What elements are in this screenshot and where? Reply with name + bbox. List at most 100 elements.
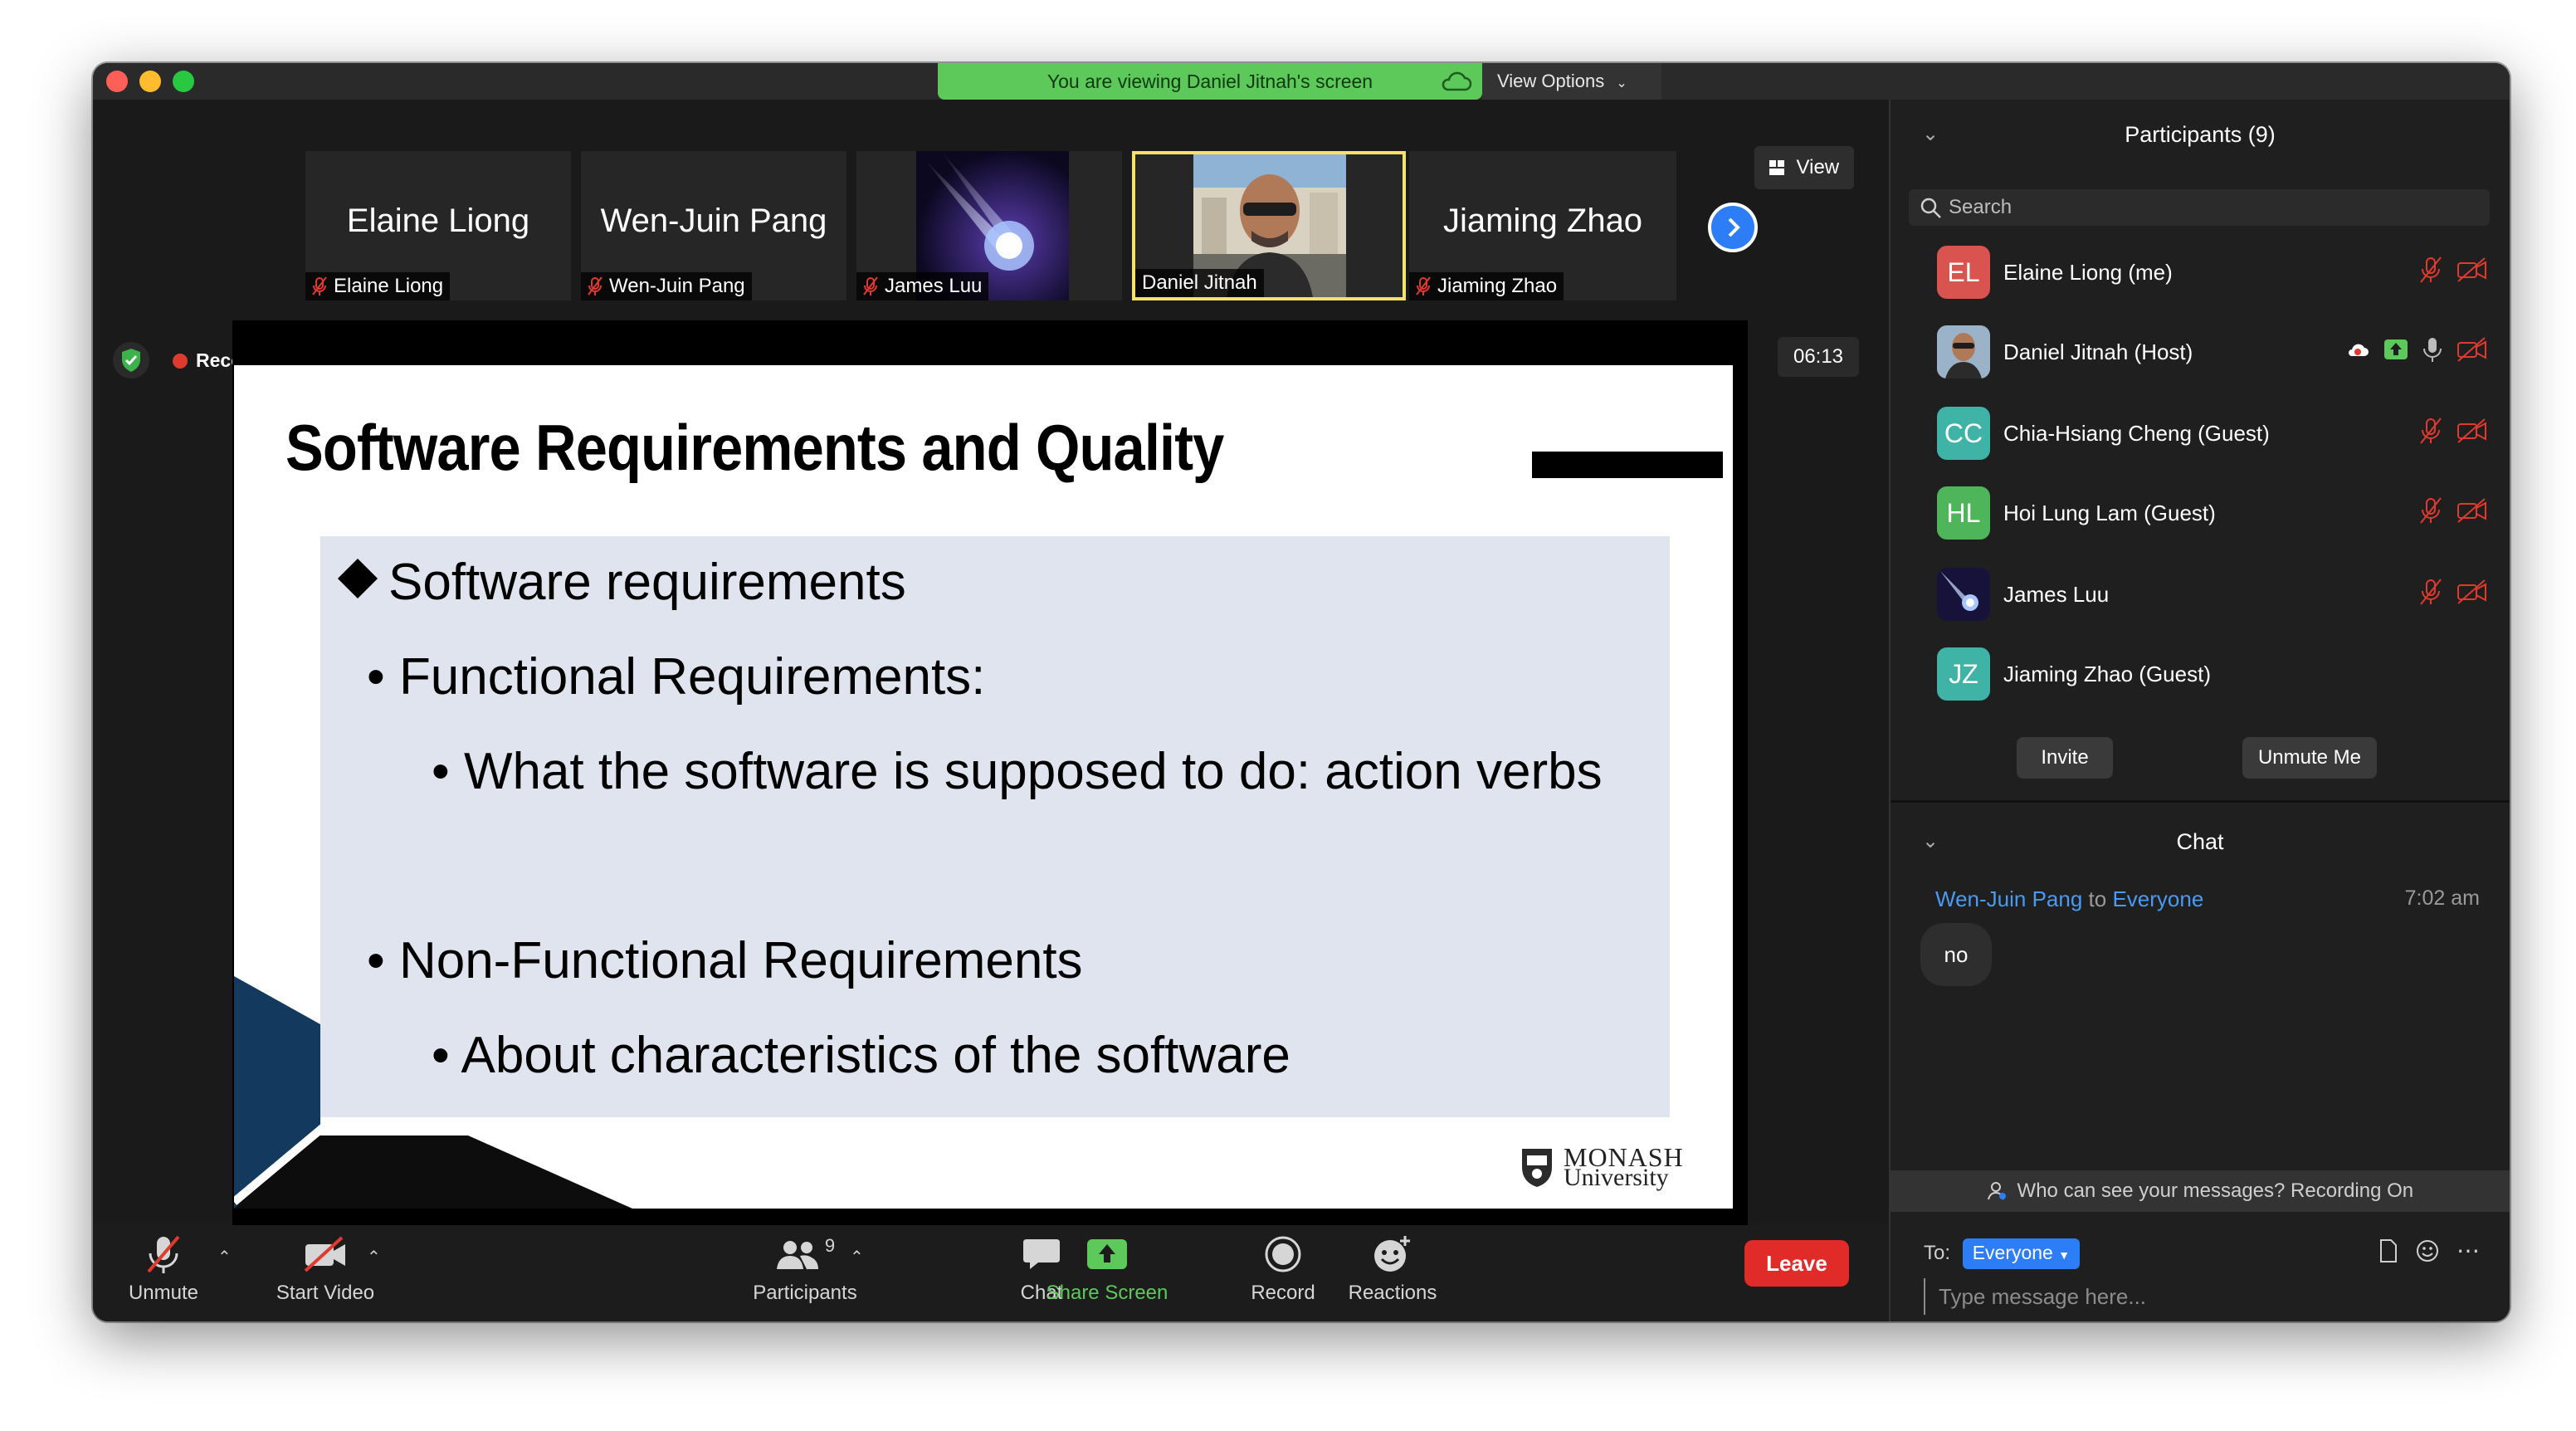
view-options-label: View Options — [1497, 71, 1605, 91]
tile-name-tag: Jiaming Zhao — [1409, 272, 1564, 300]
participant-name: Jiaming Zhao (Guest) — [2003, 662, 2211, 686]
record-label: Record — [1251, 1282, 1315, 1304]
caret-down-icon: ▼ — [2058, 1248, 2071, 1262]
mic-muted-icon[interactable] — [2418, 578, 2443, 606]
grid-icon — [1769, 160, 1784, 175]
invite-button[interactable]: Invite — [2017, 737, 2113, 779]
chat-sender-name[interactable]: Wen-Juin Pang — [1935, 886, 2082, 911]
share-screen-label: Share Screen — [1046, 1282, 1168, 1304]
participant-row[interactable]: James Luu — [1891, 554, 2510, 634]
participant-name: James Luu — [2003, 582, 2110, 607]
start-video-button[interactable]: Start Video — [259, 1230, 392, 1316]
video-off-icon[interactable] — [2456, 337, 2488, 362]
avatar: CC — [1937, 407, 1990, 460]
participants-button[interactable]: 9 Participants — [730, 1230, 880, 1316]
minimize-window-button[interactable] — [139, 71, 161, 92]
recipient-dropdown-value: Everyone — [1972, 1242, 2053, 1263]
reactions-icon — [1374, 1236, 1410, 1272]
view-button[interactable]: View — [1754, 146, 1854, 189]
chat-message-header: Wen-Juin Pang to Everyone — [1935, 886, 2203, 912]
mic-muted-icon — [147, 1235, 180, 1273]
record-dot-icon — [173, 354, 188, 369]
next-page-button[interactable] — [1708, 203, 1758, 252]
slide-title: Software Requirements and Quality — [285, 411, 1224, 484]
close-window-button[interactable] — [106, 71, 128, 92]
record-button[interactable]: Record — [1225, 1230, 1341, 1316]
leave-button[interactable]: Leave — [1744, 1240, 1849, 1287]
mic-muted-icon[interactable] — [2418, 417, 2443, 445]
file-icon[interactable] — [2378, 1238, 2398, 1263]
participants-list: EL Elaine Liong (me) Daniel Jitnah (Host… — [1891, 232, 2510, 779]
chat-timestamp: 7:02 am — [2404, 886, 2480, 910]
participant-row[interactable]: EL Elaine Liong (me) — [1891, 232, 2510, 312]
unmute-button[interactable]: Unmute — [118, 1230, 209, 1316]
video-off-icon[interactable] — [2456, 418, 2488, 443]
meeting-area: Elaine Liong Elaine Liong Wen-Juin Pang … — [93, 100, 1889, 1262]
security-shield-icon[interactable] — [113, 342, 149, 379]
slide-content-box: Software requirements • Functional Requi… — [320, 536, 1670, 1117]
participant-row[interactable]: HL Hoi Lung Lam (Guest) — [1891, 473, 2510, 553]
participants-options-caret[interactable]: ⌃ — [850, 1247, 864, 1267]
search-icon — [1920, 198, 1941, 218]
recipient-dropdown[interactable]: Everyone ▼ — [1962, 1238, 2081, 1269]
chevron-right-icon — [1728, 217, 1740, 237]
slide-bullet: • Functional Requirements: — [367, 648, 986, 706]
panel-divider — [1891, 800, 2510, 803]
mic-muted-icon — [863, 276, 878, 295]
video-tile-daniel[interactable]: Daniel Jitnah — [1132, 151, 1406, 300]
start-video-label: Start Video — [276, 1282, 375, 1304]
participants-label: Participants — [753, 1282, 857, 1304]
chat-panel-header: ⌄ Chat — [1891, 808, 2510, 875]
compose-actions: ⋯ — [2378, 1238, 2480, 1263]
mic-muted-icon — [1416, 276, 1431, 295]
view-options-menu[interactable]: View Options ⌄ — [1482, 63, 1661, 100]
slide-bullet: Software requirements — [388, 554, 906, 611]
mic-muted-icon[interactable] — [2418, 256, 2443, 284]
collapse-chat-chevron-icon[interactable]: ⌄ — [1922, 808, 1939, 875]
participant-row[interactable]: Daniel Jitnah (Host) — [1891, 312, 2510, 392]
participant-name: Chia-Hsiang Cheng (Guest) — [2003, 421, 2270, 446]
video-off-icon[interactable] — [2456, 498, 2488, 523]
host-avatar-photo — [1937, 325, 1990, 379]
tile-name-tag: Daniel Jitnah — [1135, 269, 1264, 297]
person-icon — [1987, 1182, 2006, 1200]
video-tile-wen-juin[interactable]: Wen-Juin Pang Wen-Juin Pang — [581, 151, 846, 300]
chat-recipient: Everyone — [2112, 886, 2204, 911]
zoom-window-button[interactable] — [173, 71, 194, 92]
video-tile-elaine[interactable]: Elaine Liong Elaine Liong — [305, 151, 571, 300]
reactions-button[interactable]: Reactions — [1326, 1230, 1459, 1316]
participants-search-input[interactable]: Search — [1909, 189, 2490, 226]
tile-display-name: Wen-Juin Pang — [600, 203, 827, 239]
emoji-icon[interactable] — [2415, 1238, 2440, 1263]
chat-message-input[interactable]: Type message here... — [1924, 1278, 2146, 1315]
video-off-icon[interactable] — [2456, 579, 2488, 604]
mic-icon[interactable] — [2422, 335, 2443, 364]
chat-visibility-notice[interactable]: Who can see your messages? Recording On — [1891, 1170, 2510, 1212]
share-screen-button[interactable]: Share Screen — [1024, 1230, 1190, 1316]
video-off-icon[interactable] — [2456, 257, 2488, 282]
bullet-text: Non-Functional Requirements — [398, 932, 1083, 989]
participants-count-badge: 9 — [824, 1235, 836, 1256]
participant-name: Elaine Liong (me) — [2003, 260, 2173, 285]
tile-tag-text: James Luu — [885, 275, 983, 297]
to-label: To: — [1924, 1242, 1951, 1264]
unmute-label: Unmute — [128, 1282, 199, 1304]
avatar — [1937, 568, 1990, 621]
participant-name: Hoi Lung Lam (Guest) — [2003, 501, 2216, 525]
slide-bullet: • About characteristics of the software — [432, 1027, 1290, 1084]
audio-options-caret[interactable]: ⌃ — [217, 1247, 232, 1267]
mic-muted-icon — [312, 276, 327, 295]
video-tile-jiaming[interactable]: Jiaming Zhao Jiaming Zhao — [1409, 151, 1676, 300]
video-tile-james[interactable]: James Luu — [856, 151, 1122, 300]
unmute-me-button[interactable]: Unmute Me — [2242, 737, 2377, 779]
collapse-participants-chevron-icon[interactable]: ⌄ — [1922, 101, 1939, 168]
tile-name-tag: Elaine Liong — [305, 272, 451, 300]
video-options-caret[interactable]: ⌃ — [367, 1247, 381, 1267]
shared-slide: Software Requirements and Quality Softwa… — [234, 365, 1733, 1209]
mic-muted-icon[interactable] — [2418, 496, 2443, 525]
participant-row[interactable]: CC Chia-Hsiang Cheng (Guest) — [1891, 393, 2510, 473]
participant-row[interactable]: JZ Jiaming Zhao (Guest) — [1891, 634, 2510, 714]
avatar: EL — [1937, 246, 1990, 299]
chat-message-bubble[interactable]: no — [1920, 923, 1992, 986]
more-options-icon[interactable]: ⋯ — [2456, 1239, 2480, 1263]
